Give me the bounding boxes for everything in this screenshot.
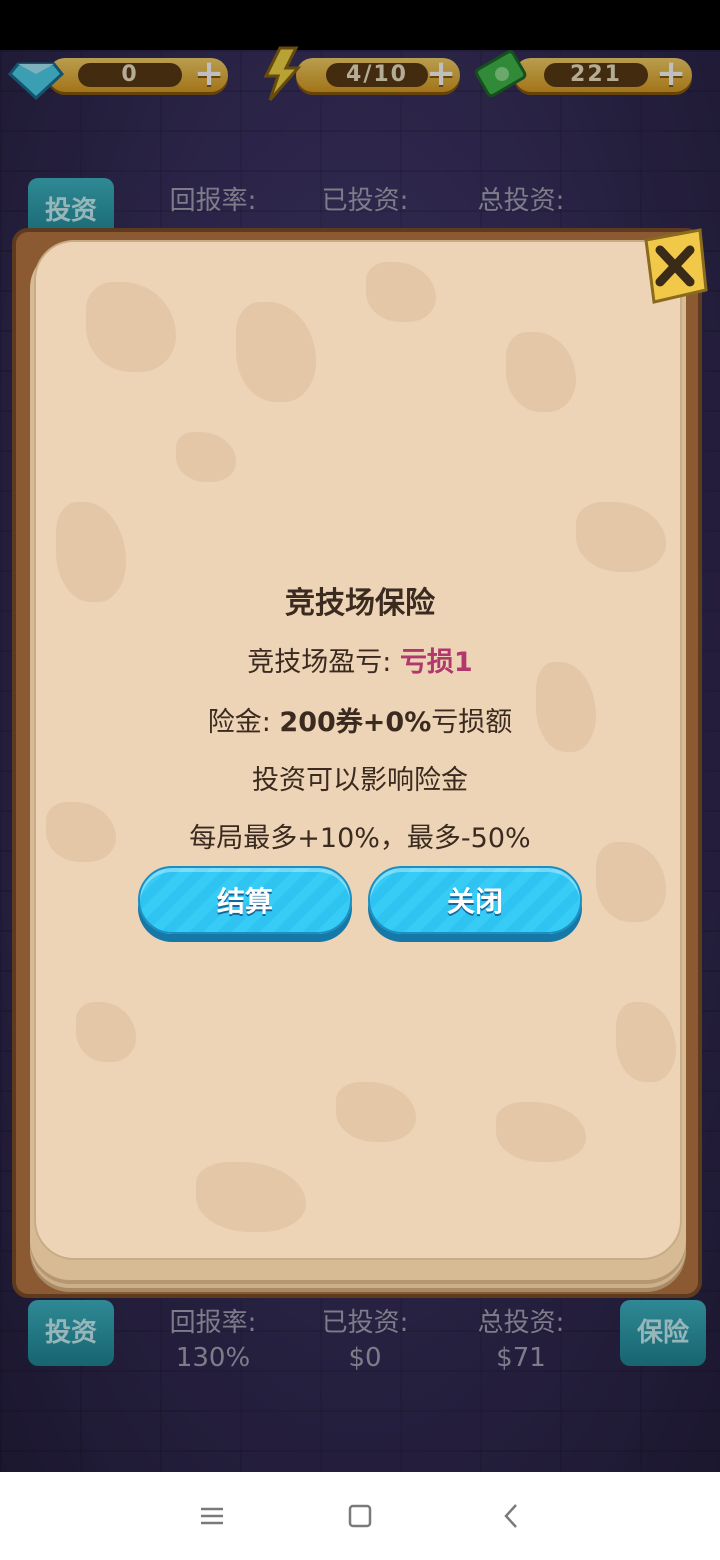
arena-profit-label: 竞技场盈亏: [247, 647, 400, 678]
arena-loss-value: 亏损1 [399, 647, 473, 678]
settle-button[interactable]: 结算 [138, 866, 352, 934]
close-icon[interactable] [640, 226, 710, 306]
payout-amount: 200券+0% [279, 707, 432, 738]
modal-page [34, 240, 682, 1260]
payout-line: 险金: 200券+0%亏损额 [0, 700, 720, 739]
payout-suffix: 亏损额 [431, 707, 513, 738]
home-icon[interactable] [340, 1500, 380, 1532]
menu-icon[interactable] [192, 1500, 232, 1532]
arena-profit-line: 竞技场盈亏: 亏损1 [0, 640, 720, 679]
modal-title: 竞技场保险 [285, 586, 435, 621]
limit-note: 每局最多+10%，最多-50% [189, 823, 531, 854]
system-nav-bar [0, 1472, 720, 1560]
close-button[interactable]: 关闭 [368, 866, 582, 934]
back-icon[interactable] [492, 1500, 532, 1532]
invest-note: 投资可以影响险金 [252, 765, 468, 796]
payout-label: 险金: [207, 707, 280, 738]
